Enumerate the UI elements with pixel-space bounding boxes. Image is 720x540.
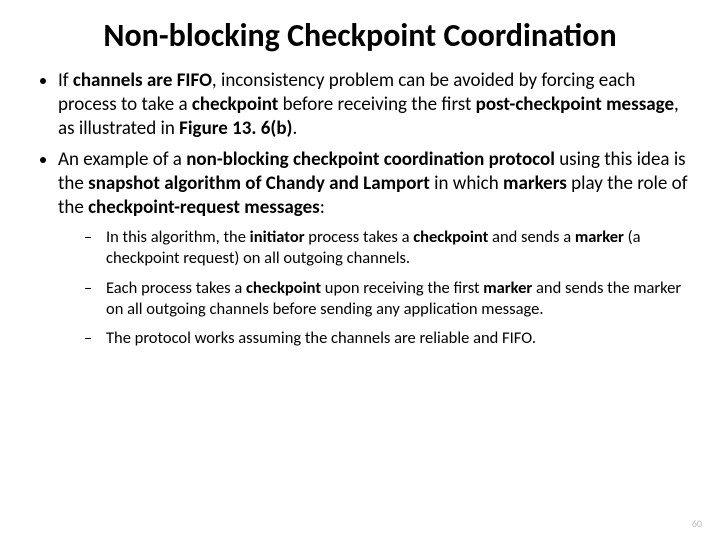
page-number: 60 (692, 517, 702, 530)
bold: checkpoint (246, 278, 321, 298)
text: process takes a (305, 227, 414, 247)
bold: checkpoint-request messages (88, 196, 320, 219)
slide-title: Non-blocking Checkpoint Coordination (30, 18, 690, 55)
text: An example of a (58, 148, 186, 171)
text: and sends a (488, 227, 575, 247)
bold: Figure 13. 6(b) (179, 117, 292, 140)
text: If (58, 69, 73, 92)
text: upon receiving the first (321, 278, 483, 298)
bold: post-checkpoint message (476, 93, 674, 116)
sub-bullet-1: In this algorithm, the initiator process… (90, 227, 690, 270)
bold: non-blocking checkpoint coordination pro… (186, 148, 555, 171)
slide: Non-blocking Checkpoint Coordination If … (0, 0, 720, 540)
text: . (292, 117, 297, 140)
text: In this algorithm, the (106, 227, 250, 247)
text: in which (430, 172, 503, 195)
text: : (320, 196, 325, 219)
bold: markers (503, 172, 567, 195)
bold: channels are FIFO (73, 69, 212, 92)
bold: marker (575, 227, 624, 247)
sub-bullet-2: Each process takes a checkpoint upon rec… (90, 278, 690, 321)
bullet-2: An example of a non-blocking checkpoint … (58, 148, 690, 350)
bold: checkpoint (413, 227, 488, 247)
bold: snapshot algorithm of Chandy and Lamport (88, 172, 430, 195)
bold: initiator (250, 227, 305, 247)
text: The protocol works assuming the channels… (106, 328, 536, 348)
sub-bullet-3: The protocol works assuming the channels… (90, 328, 690, 349)
sub-bullet-list: In this algorithm, the initiator process… (64, 227, 690, 350)
bold: checkpoint (192, 93, 278, 116)
bold: marker (483, 278, 532, 298)
bullet-list: If channels are FIFO, inconsistency prob… (34, 69, 690, 350)
bullet-1: If channels are FIFO, inconsistency prob… (58, 69, 690, 142)
text: Each process takes a (106, 278, 246, 298)
text: before receiving the first (278, 93, 475, 116)
